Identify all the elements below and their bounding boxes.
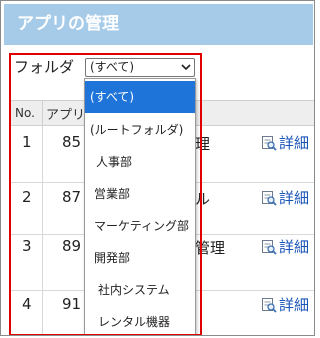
- detail-link-label: 詳細: [279, 238, 310, 256]
- detail-link-label: 詳細: [279, 296, 310, 314]
- app-name: ル: [195, 190, 211, 208]
- detail-link[interactable]: 詳細: [261, 132, 309, 153]
- folder-option-marketing[interactable]: マーケティング部: [85, 210, 195, 242]
- column-divider: [42, 126, 43, 182]
- folder-select-value: (すべて): [90, 60, 135, 74]
- detail-link[interactable]: 詳細: [261, 187, 309, 208]
- folder-option-sales[interactable]: 営業部: [85, 178, 195, 210]
- column-divider: [42, 291, 43, 335]
- column-divider: [42, 101, 43, 125]
- app-name: 管理: [195, 239, 226, 257]
- magnifier-doc-icon: [262, 297, 277, 313]
- magnifier-doc-icon: [262, 190, 277, 206]
- row-number: 1: [22, 133, 32, 151]
- folder-option-internal-systems[interactable]: 社内システム: [85, 274, 195, 306]
- folder-option-development[interactable]: 開発部: [85, 242, 195, 274]
- app-window: アプリの管理 フォルダ (すべて) No. アプリ 1 85 理 詳細 2 87…: [0, 0, 315, 336]
- magnifier-doc-icon: [262, 239, 277, 255]
- detail-link[interactable]: 詳細: [261, 294, 309, 315]
- row-number: 2: [22, 188, 32, 206]
- column-header-app: アプリ: [46, 108, 86, 123]
- row-number: 4: [22, 295, 32, 313]
- column-header-no: No.: [15, 106, 35, 120]
- detail-link[interactable]: 詳細: [261, 236, 309, 257]
- magnifier-doc-icon: [262, 135, 277, 151]
- folder-option-root[interactable]: (ルートフォルダ): [85, 114, 195, 146]
- folder-option-rental-equipment[interactable]: レンタル機器: [85, 306, 195, 335]
- app-id: 91: [62, 295, 82, 313]
- folder-option-hr[interactable]: 人事部: [85, 146, 195, 178]
- app-id: 85: [62, 133, 82, 151]
- folder-label: フォルダ: [14, 58, 75, 76]
- detail-link-label: 詳細: [279, 189, 310, 207]
- column-divider: [42, 235, 43, 290]
- app-id: 89: [62, 237, 82, 255]
- row-number: 3: [22, 237, 32, 255]
- folder-option-all[interactable]: (すべて): [85, 81, 195, 113]
- chevron-down-icon: [181, 64, 191, 71]
- folder-dropdown-list: (すべて) (ルートフォルダ) 人事部 営業部 マーケティング部 開発部 社内シ…: [84, 78, 196, 335]
- column-divider: [42, 183, 43, 234]
- folder-select[interactable]: (すべて): [85, 58, 195, 77]
- app-name: 理: [195, 135, 211, 153]
- detail-link-label: 詳細: [279, 134, 310, 152]
- app-id: 87: [62, 188, 82, 206]
- page-title: アプリの管理: [4, 4, 313, 45]
